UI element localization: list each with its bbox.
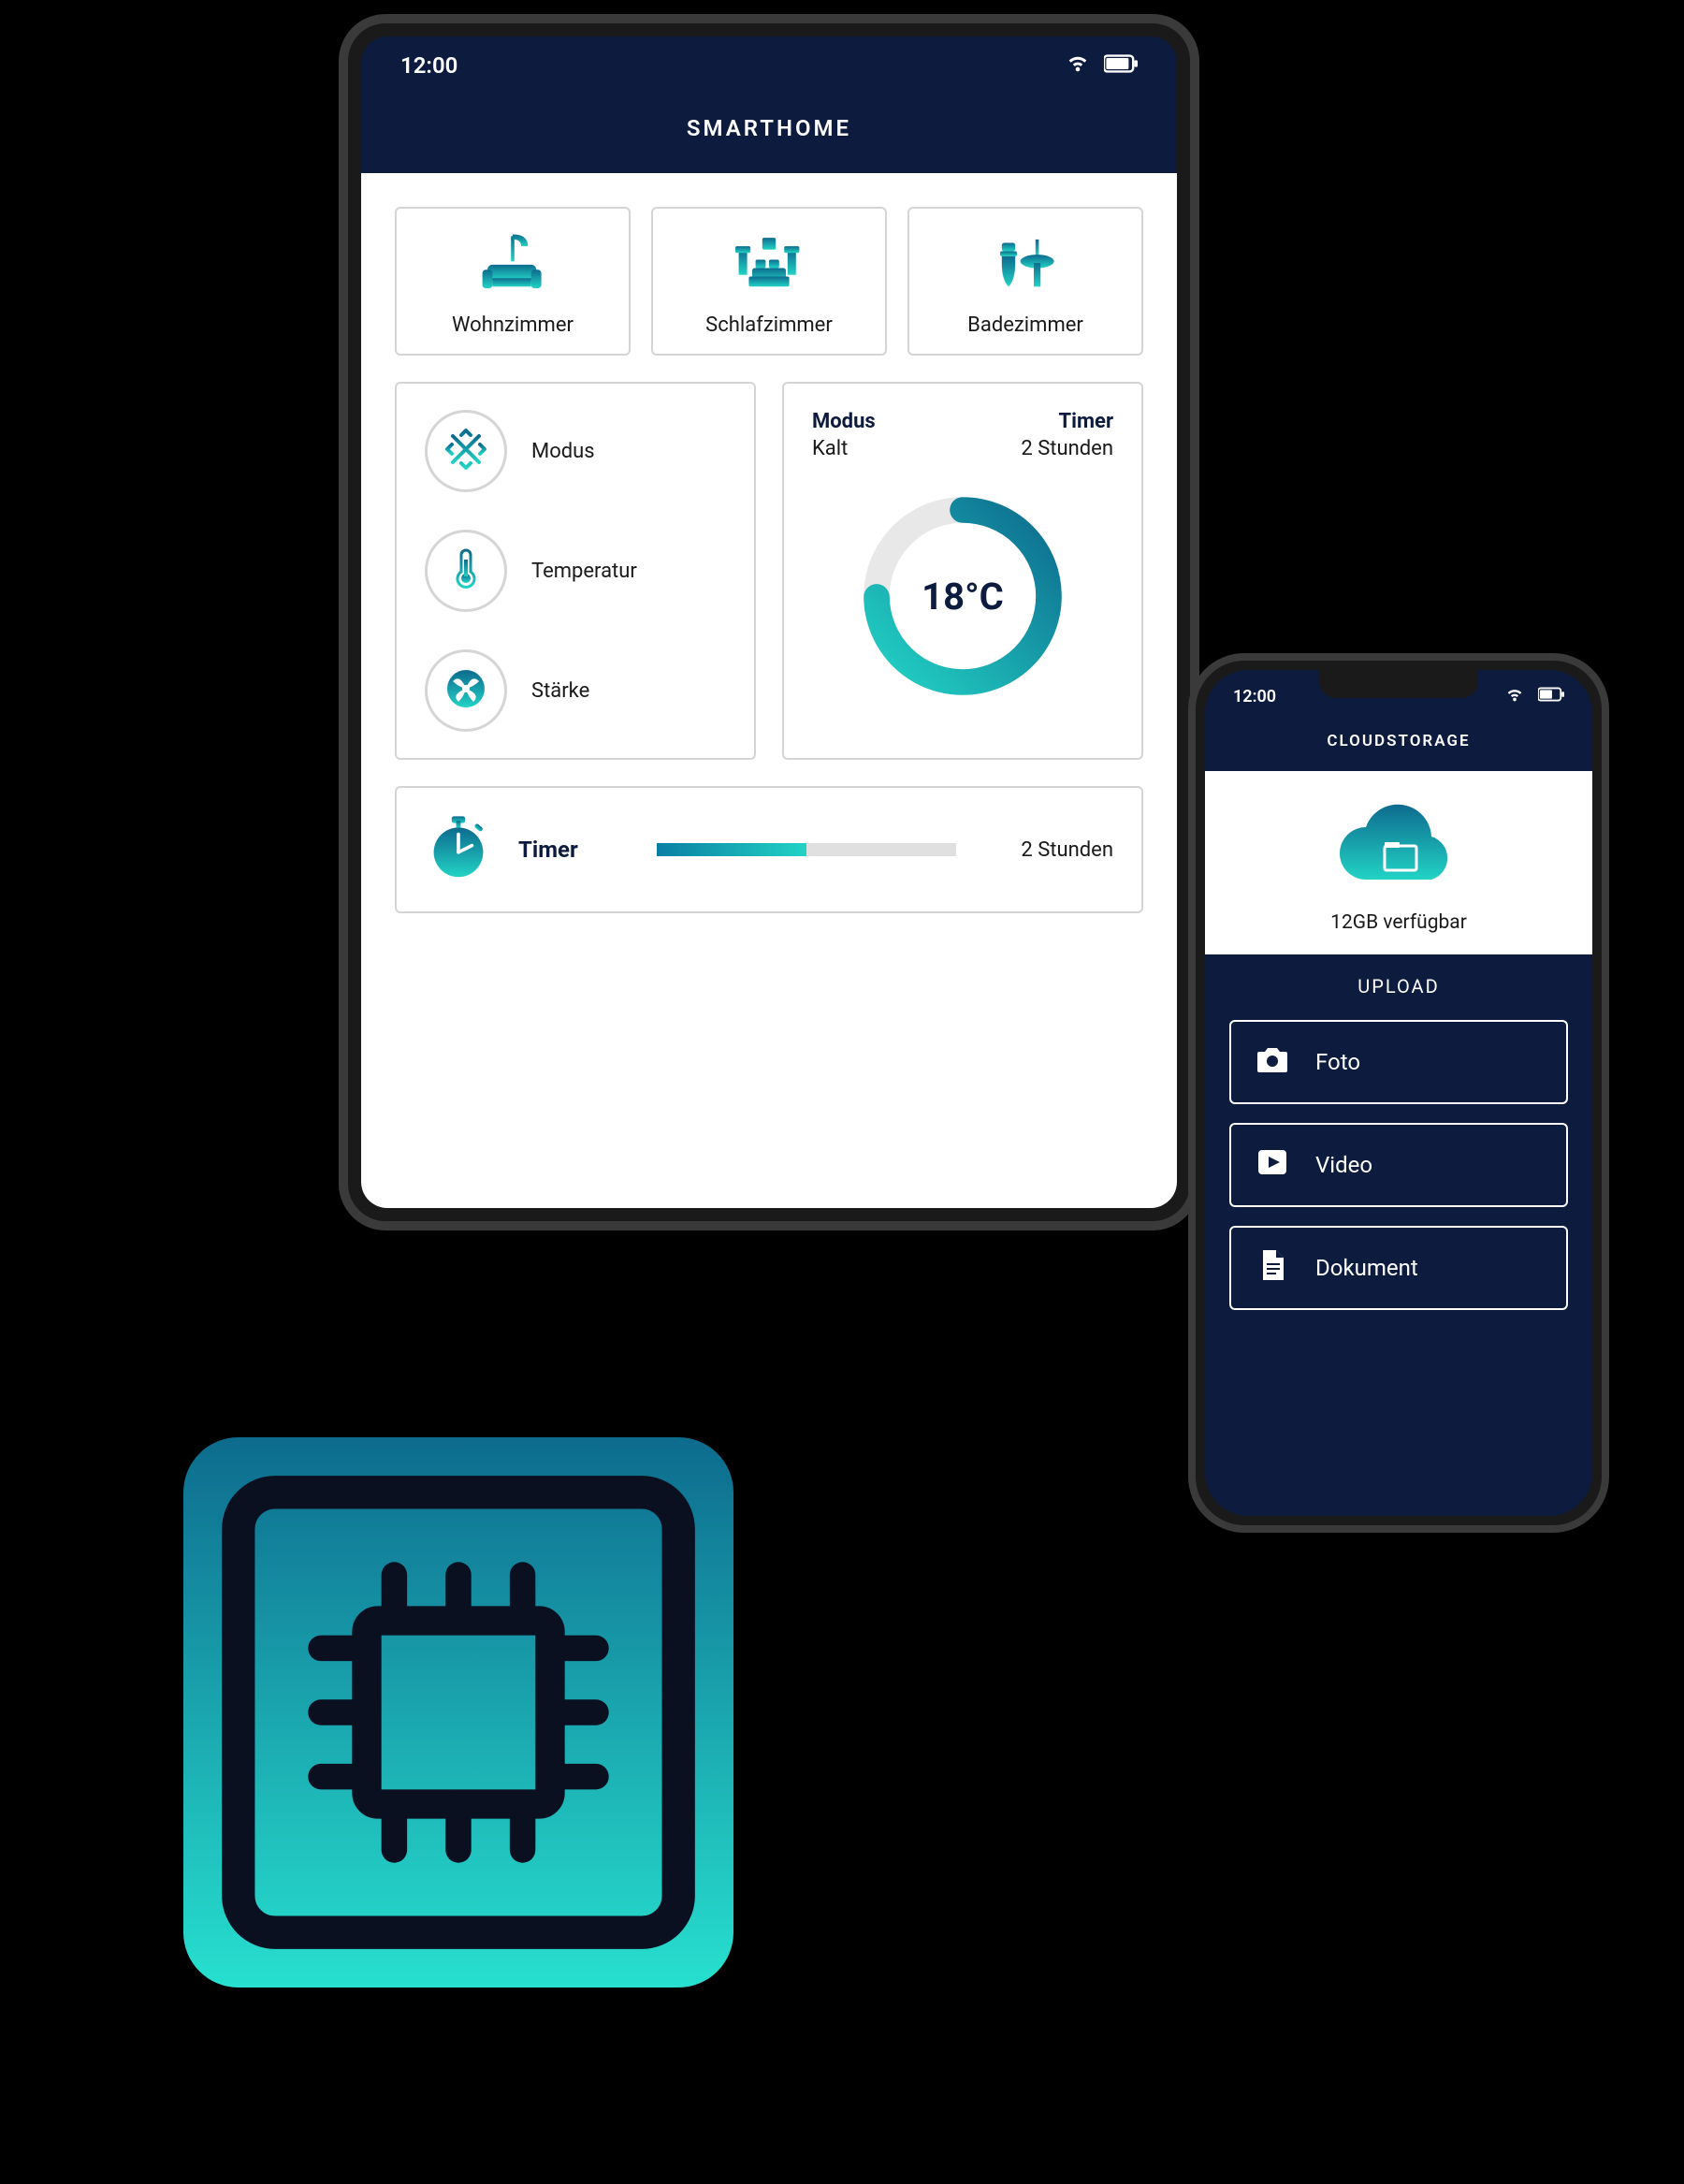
- clock: 12:00: [400, 52, 457, 79]
- temperature-gauge[interactable]: 18°C: [855, 488, 1070, 704]
- timer-slider[interactable]: [657, 843, 956, 856]
- storage-available: 12GB verfügbar: [1224, 911, 1574, 934]
- bed-icon: [727, 283, 811, 300]
- room-bathroom[interactable]: Badezimmer: [907, 207, 1143, 356]
- tablet-screen: 12:00 SMARTHOME: [361, 36, 1177, 1208]
- tablet-body: Wohnzimmer: [361, 173, 1177, 1208]
- document-icon: [1254, 1246, 1291, 1289]
- control-mode[interactable]: Modus: [425, 410, 726, 492]
- control-temperature[interactable]: Temperatur: [425, 530, 726, 612]
- wifi-icon: [1504, 684, 1525, 709]
- snowflake-icon: [443, 427, 488, 475]
- mode-value: Kalt: [812, 437, 876, 460]
- cloud-icon: [1328, 884, 1469, 902]
- button-label: Video: [1315, 1152, 1372, 1178]
- upload-label: UPLOAD: [1229, 975, 1568, 997]
- statusbar: 12:00: [361, 36, 1177, 95]
- control-label: Stärke: [531, 679, 589, 703]
- chip-icon: [0, 1254, 917, 2171]
- storage-panel: 12GB verfügbar: [1205, 771, 1592, 954]
- thermometer-icon: [443, 546, 488, 595]
- bathroom-icon: [983, 283, 1067, 300]
- upload-document-button[interactable]: Dokument: [1229, 1226, 1568, 1310]
- room-label: Wohnzimmer: [397, 313, 629, 337]
- battery-icon: [1538, 687, 1564, 706]
- tablet-device: 12:00 SMARTHOME: [339, 14, 1199, 1230]
- upload-photo-button[interactable]: Foto: [1229, 1020, 1568, 1104]
- room-livingroom[interactable]: Wohnzimmer: [395, 207, 631, 356]
- sofa-icon: [471, 283, 555, 300]
- app-title: SMARTHOME: [361, 95, 1177, 173]
- room-list: Wohnzimmer: [395, 207, 1143, 356]
- room-bedroom[interactable]: Schlafzimmer: [651, 207, 887, 356]
- battery-icon: [1104, 52, 1138, 79]
- notch: [1319, 670, 1478, 698]
- control-label: Modus: [531, 440, 595, 463]
- wifi-icon: [1065, 50, 1091, 81]
- upload-video-button[interactable]: Video: [1229, 1123, 1568, 1207]
- camera-icon: [1254, 1041, 1291, 1084]
- fan-icon: [443, 666, 488, 715]
- phone-device: 12:00 CLOUDSTORAGE 12GB verfügbar: [1188, 653, 1609, 1533]
- control-fan[interactable]: Stärke: [425, 649, 726, 732]
- play-icon: [1254, 1143, 1291, 1187]
- button-label: Foto: [1315, 1049, 1360, 1075]
- button-label: Dokument: [1315, 1255, 1418, 1281]
- temperature-value: 18°C: [855, 488, 1070, 704]
- control-label: Temperatur: [531, 560, 637, 583]
- upload-section: UPLOAD Foto Video Dokument: [1205, 954, 1592, 1338]
- room-label: Schlafzimmer: [653, 313, 885, 337]
- app-title: CLOUDSTORAGE: [1205, 722, 1592, 771]
- mode-label: Modus: [812, 410, 876, 433]
- timer-label: Timer: [518, 837, 631, 863]
- phone-screen: 12:00 CLOUDSTORAGE 12GB verfügbar: [1205, 670, 1592, 1516]
- controls-panel: Modus Temperatur: [395, 382, 756, 760]
- clock: 12:00: [1233, 687, 1276, 706]
- room-label: Badezimmer: [909, 313, 1141, 337]
- stopwatch-icon: [425, 814, 492, 885]
- timer-value: 2 Stunden: [1021, 437, 1113, 460]
- timer-panel: Timer 2 Stunden: [395, 786, 1143, 913]
- timer-label: Timer: [1021, 410, 1113, 433]
- timer-value: 2 Stunden: [982, 838, 1113, 862]
- climate-panel: Modus Kalt Timer 2 Stunden: [782, 382, 1143, 760]
